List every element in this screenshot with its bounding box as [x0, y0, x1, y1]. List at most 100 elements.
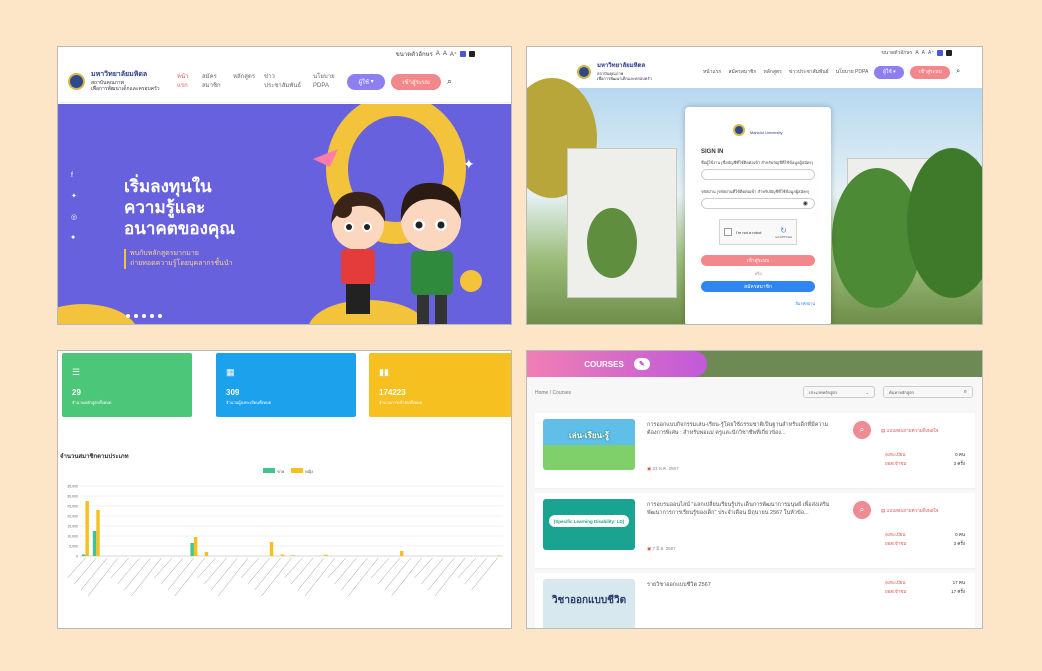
course-card[interactable]: (Specific Learning Disability: LD) การอบ… — [535, 493, 975, 569]
login-label: เข้าสู่ระบบ — [402, 79, 430, 86]
survey-link[interactable]: ▤ แบบสอบถามความพึงพอใจ — [881, 507, 938, 514]
search-icon[interactable]: ⌕ — [964, 389, 967, 396]
recaptcha-widget[interactable]: I'm not a robot ↻ reCAPTCHA — [719, 219, 797, 245]
x-tick-label — [74, 557, 97, 585]
category-select-value: ประเภทหลักสูตร — [809, 389, 838, 395]
bar — [96, 510, 100, 556]
svg-text:✦: ✦ — [463, 156, 475, 172]
thumbnail-text: วิชาออกแบบชีวิต — [551, 595, 627, 606]
search-placeholder: ค้นหาหลักสูตร — [889, 389, 914, 395]
grid-icon: ▦ — [226, 367, 235, 377]
course-thumbnail[interactable]: วิชาออกแบบชีวิต — [543, 579, 635, 628]
hero-banner: f ✦ ◎ ● เริ่มลงทุนใน ความรู้และ อนาคตของ… — [58, 104, 511, 324]
theme-dark-button[interactable] — [946, 50, 952, 56]
x-tick-label — [110, 557, 129, 579]
nav-register[interactable]: สมัครสมาชิก — [728, 68, 756, 76]
user-menu-button[interactable]: ผู้ใช้ ▾ — [347, 73, 386, 90]
font-big-button[interactable]: A⁺ — [928, 50, 934, 56]
course-title[interactable]: การอบรมออนไลน์ "แลกเปลี่ยนเรียนรู้ประเด็… — [647, 501, 847, 517]
theme-dark-button[interactable] — [469, 51, 475, 57]
legend-swatch — [291, 468, 303, 473]
theme-blue-button[interactable] — [937, 50, 943, 56]
site-header: มหาวิทยาลัยมหิดล สถาบันคุณภาพ เพื่อการพั… — [58, 61, 511, 103]
signin-submit-button[interactable]: เข้าสู่ระบบ — [701, 255, 815, 266]
category-select[interactable]: ประเภทหลักสูตร ⌄ — [803, 386, 875, 398]
slider-dots[interactable] — [126, 314, 162, 318]
username-input[interactable] — [701, 169, 815, 180]
enrolled-unit: คน — [958, 580, 965, 585]
enrolled-count: ลงทะเบียน 0 คน — [885, 531, 965, 538]
nav-news[interactable]: ข่าวประชาสัมพันธ์ — [789, 68, 829, 76]
x-tick-label — [291, 557, 314, 585]
course-thumbnail[interactable]: เล่น-เรียน-รู้ — [543, 419, 635, 470]
bar — [324, 554, 328, 556]
search-badge-icon[interactable]: ⌕ — [853, 421, 871, 439]
chart-title: จำนวนสมาชิกตามประเภท — [60, 454, 129, 460]
nav-pdpa[interactable]: นโยบาย PDPA — [313, 73, 341, 89]
line-icon[interactable]: ● — [71, 234, 77, 241]
nav-home[interactable]: หน้าแรก — [703, 68, 721, 76]
breadcrumb[interactable]: Home / Courses — [535, 390, 571, 396]
search-icon[interactable]: ⌕ — [447, 76, 452, 87]
instagram-icon[interactable]: ◎ — [71, 213, 77, 221]
password-input[interactable]: ◉ — [701, 198, 815, 209]
forgot-password-link[interactable]: ลืมรหัสผ่าน — [701, 300, 815, 307]
nav-courses[interactable]: หลักสูตร — [763, 68, 781, 76]
nav-register[interactable]: สมัครสมาชิก — [202, 73, 224, 89]
legend-label: หญิง — [305, 469, 313, 474]
x-tick-label — [434, 557, 466, 597]
recaptcha-brand: reCAPTCHA — [774, 234, 792, 239]
members-bar-chart: ชาย หญิง 0 5,000 10,000 15,000 20,000 25,000 30,… — [67, 468, 503, 597]
enrolled-value: 0 — [955, 452, 958, 457]
font-mid-button[interactable]: A — [443, 51, 447, 57]
y-tick-label: 5,000 — [69, 545, 78, 549]
nav-home[interactable]: หน้าแรก — [177, 73, 193, 89]
thumbnail-text: เล่น-เรียน-รู้ — [569, 431, 609, 440]
course-title[interactable]: รายวิชาออกแบบชีวิต 2567 — [647, 581, 847, 589]
x-tick-label — [384, 557, 412, 591]
font-small-button[interactable]: A — [436, 51, 440, 57]
survey-link[interactable]: ▤ แบบสอบถามความพึงพอใจ — [881, 427, 938, 434]
x-tick-label — [217, 557, 249, 597]
facebook-icon[interactable]: f — [71, 172, 77, 179]
search-badge-icon[interactable]: ⌕ — [853, 501, 871, 519]
course-title[interactable]: การออกแบบกิจกรรมเล่น-เรียน-รู้โดยใช้ธรรม… — [647, 421, 847, 437]
tree — [907, 148, 982, 298]
stat-card-registrations: ▦ 309 จำนวนผู้ลงทะเบียนทั้งหมด — [216, 353, 356, 417]
stat-caption: จำนวนผู้ลงทะเบียนทั้งหมด — [226, 400, 272, 405]
nav-pdpa[interactable]: นโยบาย PDPA — [836, 68, 869, 76]
search-input[interactable]: ค้นหาหลักสูตร ⌕ — [883, 386, 973, 398]
course-card[interactable]: วิชาออกแบบชีวิต รายวิชาออกแบบชีวิต 2567 … — [535, 573, 975, 628]
course-card[interactable]: เล่น-เรียน-รู้ การออกแบบกิจกรรมเล่น-เรีย… — [535, 413, 975, 489]
font-mid-button[interactable]: A — [922, 50, 925, 56]
show-password-icon[interactable]: ◉ — [803, 200, 808, 207]
course-thumbnail[interactable]: (Specific Learning Disability: LD) — [543, 499, 635, 550]
bar-chart-icon: ▮▮ — [379, 367, 389, 377]
theme-blue-button[interactable] — [460, 51, 466, 57]
recaptcha-checkbox[interactable] — [724, 228, 732, 236]
enrolled-unit: คน — [958, 452, 965, 457]
signin-screenshot: ขนาดตัวอักษร A A A⁺ มหาวิทยาลัยมหิดล สถา… — [526, 46, 983, 325]
y-tick-label: 10,000 — [67, 535, 78, 539]
nav-news[interactable]: ข่าวประชาสัมพันธ์ — [264, 73, 304, 89]
login-button[interactable]: เข้าสู่ระบบ — [391, 73, 442, 90]
login-button[interactable]: เข้าสู่ระบบ — [910, 65, 951, 79]
university-logo[interactable] — [577, 65, 591, 79]
x-tick-label — [124, 557, 151, 591]
font-big-button[interactable]: A⁺ — [450, 51, 457, 58]
palm-tree — [587, 208, 637, 278]
survey-link-label: แบบสอบถามความพึงพอใจ — [886, 428, 939, 433]
font-small-button[interactable]: A — [915, 50, 918, 56]
banner-text: COURSES — [584, 359, 624, 369]
register-button[interactable]: สมัครสมาชิก — [701, 281, 815, 292]
user-menu-button[interactable]: ผู้ใช้ ▾ — [874, 65, 905, 79]
x-tick-label — [87, 557, 119, 597]
twitter-icon[interactable]: ✦ — [71, 192, 77, 200]
x-tick-label — [370, 557, 390, 579]
university-logo[interactable] — [68, 73, 85, 90]
search-icon[interactable]: ⌕ — [956, 68, 960, 76]
x-tick-label — [297, 557, 325, 591]
nav-courses[interactable]: หลักสูตร — [233, 73, 255, 89]
hero-subtitle-line: ถ่ายทอดความรู้โดยบุคลากรชั้นนำ — [130, 260, 233, 267]
institute-line-2: เพื่อการพัฒนาเด็กและครอบครัว — [91, 86, 160, 93]
